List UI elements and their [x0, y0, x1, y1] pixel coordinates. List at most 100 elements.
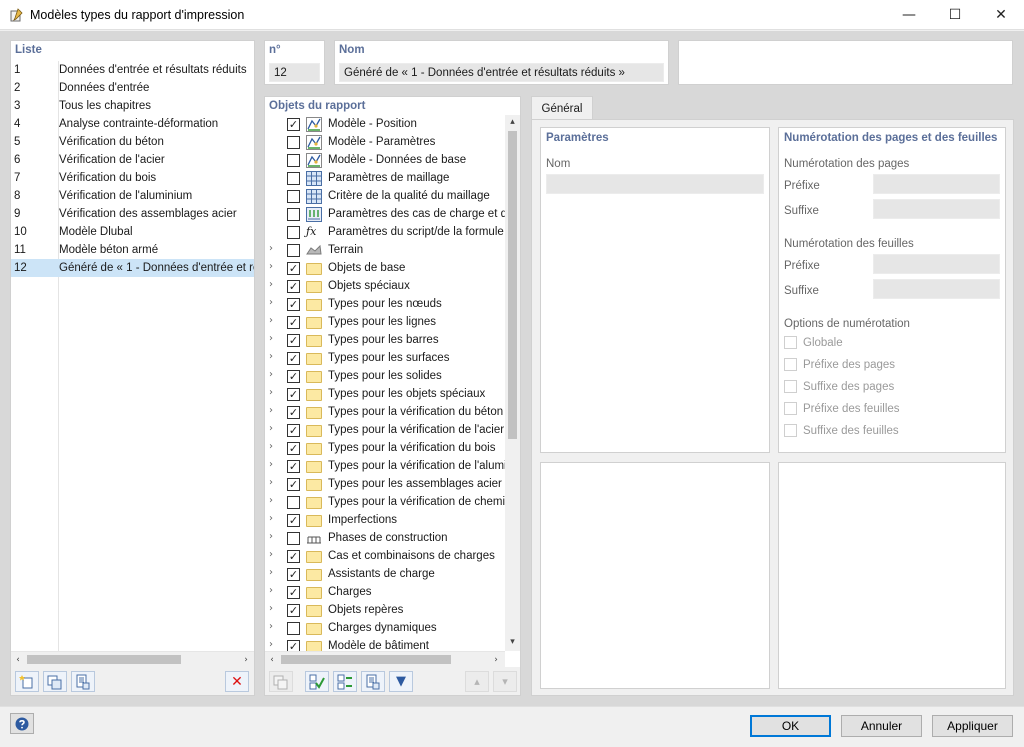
- tree-item[interactable]: › ✓ Types pour les barres: [269, 332, 505, 350]
- tree-item-checkbox[interactable]: ✓: [287, 442, 300, 455]
- tree-item-checkbox[interactable]: ✓: [287, 586, 300, 599]
- tree-vertical-scrollbar[interactable]: ▴ ▾: [505, 115, 520, 651]
- tree-item-checkbox[interactable]: [287, 622, 300, 635]
- tree-item[interactable]: › ✓ Objets repères: [269, 602, 505, 620]
- tree-item-checkbox[interactable]: ✓: [287, 334, 300, 347]
- tree-item[interactable]: › ✓ Types pour les lignes: [269, 314, 505, 332]
- tree-item[interactable]: › Charges dynamiques: [269, 620, 505, 638]
- close-button[interactable]: ✕: [978, 0, 1024, 30]
- list-horizontal-scrollbar[interactable]: ‹ ›: [11, 651, 254, 667]
- expand-chevron-icon[interactable]: ›: [269, 513, 279, 524]
- tree-item-checkbox[interactable]: ✓: [287, 370, 300, 383]
- list-item[interactable]: 9 Vérification des assemblages acier: [11, 205, 254, 223]
- tree-scroll-thumb[interactable]: [508, 131, 517, 439]
- tree-item-checkbox[interactable]: ✓: [287, 550, 300, 563]
- expand-chevron-icon[interactable]: ›: [269, 495, 279, 506]
- filter-button[interactable]: ▼: [389, 671, 413, 692]
- tree-item-checkbox[interactable]: ✓: [287, 604, 300, 617]
- ok-button[interactable]: OK: [750, 715, 831, 737]
- page-prefix-field[interactable]: [873, 174, 1000, 194]
- move-down-button[interactable]: ▾: [493, 671, 517, 692]
- tree-item[interactable]: Paramètres des cas de charge et des comb…: [269, 206, 505, 224]
- tree-item[interactable]: › Terrain: [269, 242, 505, 260]
- tree-item[interactable]: › ✓ Assistants de charge: [269, 566, 505, 584]
- tree-item[interactable]: › Phases de construction: [269, 530, 505, 548]
- tree-item[interactable]: › ✓ Cas et combinaisons de charges: [269, 548, 505, 566]
- tree-item-checkbox[interactable]: ✓: [287, 352, 300, 365]
- tree-item-checkbox[interactable]: ✓: [287, 262, 300, 275]
- sheet-prefix-field[interactable]: [873, 254, 1000, 274]
- expand-chevron-icon[interactable]: ›: [269, 243, 279, 254]
- expand-chevron-icon[interactable]: ›: [269, 603, 279, 614]
- check-all-button[interactable]: [305, 671, 329, 692]
- tree-item-checkbox[interactable]: ✓: [287, 280, 300, 293]
- uncheck-all-button[interactable]: [333, 671, 357, 692]
- tree-item-checkbox[interactable]: [287, 154, 300, 167]
- tree-horizontal-scrollbar[interactable]: ‹ ›: [265, 651, 505, 667]
- tree-item[interactable]: › ✓ Imperfections: [269, 512, 505, 530]
- tree-item[interactable]: › ✓ Charges: [269, 584, 505, 602]
- expand-chevron-icon[interactable]: ›: [269, 639, 279, 650]
- expand-chevron-icon[interactable]: ›: [269, 459, 279, 470]
- tree-item-checkbox[interactable]: ✓: [287, 478, 300, 491]
- expand-chevron-icon[interactable]: ›: [269, 423, 279, 434]
- numbering-option-checkbox[interactable]: [784, 424, 797, 437]
- expand-chevron-icon[interactable]: ›: [269, 351, 279, 362]
- page-suffix-field[interactable]: [873, 199, 1000, 219]
- numbering-option[interactable]: Préfixe des feuilles: [784, 400, 994, 418]
- tree-copy-button[interactable]: [269, 671, 293, 692]
- scroll-left-arrow[interactable]: ‹: [11, 652, 25, 667]
- tree-hscroll-thumb[interactable]: [281, 655, 451, 664]
- expand-chevron-icon[interactable]: ›: [269, 621, 279, 632]
- tree-item-checkbox[interactable]: ✓: [287, 406, 300, 419]
- new-template-button[interactable]: [15, 671, 39, 692]
- tree-item-checkbox[interactable]: ✓: [287, 118, 300, 131]
- tree-item-checkbox[interactable]: ✓: [287, 568, 300, 581]
- tree-item[interactable]: › ✓ Types pour les objets spéciaux: [269, 386, 505, 404]
- tree-item-checkbox[interactable]: [287, 136, 300, 149]
- scroll-right-arrow[interactable]: ›: [239, 652, 253, 667]
- tree-item-checkbox[interactable]: ✓: [287, 514, 300, 527]
- parameters-name-field[interactable]: [546, 174, 764, 194]
- tree-item-checkbox[interactable]: [287, 208, 300, 221]
- expand-chevron-icon[interactable]: ›: [269, 531, 279, 542]
- tree-item-checkbox[interactable]: [287, 172, 300, 185]
- tree-item-checkbox[interactable]: ✓: [287, 424, 300, 437]
- list-item[interactable]: 10 Modèle Dlubal: [11, 223, 254, 241]
- list-item[interactable]: 4 Analyse contrainte-déformation: [11, 115, 254, 133]
- tree-scroll-left-arrow[interactable]: ‹: [265, 652, 279, 667]
- list-item[interactable]: 12 Généré de « 1 - Données d'entrée et ré…: [11, 259, 254, 277]
- tree-item-checkbox[interactable]: [287, 244, 300, 257]
- scroll-down-arrow[interactable]: ▾: [505, 635, 520, 649]
- expand-chevron-icon[interactable]: ›: [269, 585, 279, 596]
- expand-chevron-icon[interactable]: ›: [269, 549, 279, 560]
- tree-item-checkbox[interactable]: [287, 190, 300, 203]
- sheet-suffix-field[interactable]: [873, 279, 1000, 299]
- tree-item[interactable]: Modèle - Paramètres: [269, 134, 505, 152]
- tree-item[interactable]: › ✓ Types pour les assemblages acier: [269, 476, 505, 494]
- help-button[interactable]: [10, 713, 34, 734]
- tab-general[interactable]: Général: [531, 96, 593, 120]
- numbering-option-checkbox[interactable]: [784, 358, 797, 371]
- tree-item-checkbox[interactable]: ✓: [287, 640, 300, 651]
- import-template-button[interactable]: [71, 671, 95, 692]
- delete-template-button[interactable]: ✕: [225, 671, 249, 692]
- numbering-option[interactable]: Globale: [784, 334, 994, 352]
- list-item[interactable]: 8 Vérification de l'aluminium: [11, 187, 254, 205]
- expand-chevron-icon[interactable]: ›: [269, 333, 279, 344]
- expand-chevron-icon[interactable]: ›: [269, 567, 279, 578]
- tree-item[interactable]: Modèle - Données de base: [269, 152, 505, 170]
- tree-scroll-right-arrow[interactable]: ›: [489, 652, 503, 667]
- numbering-option[interactable]: Suffixe des feuilles: [784, 422, 994, 440]
- numbering-option-checkbox[interactable]: [784, 402, 797, 415]
- list-item[interactable]: 2 Données d'entrée: [11, 79, 254, 97]
- tree-item[interactable]: › ✓ Types pour la vérification de l'acier: [269, 422, 505, 440]
- scroll-up-arrow[interactable]: ▴: [505, 115, 520, 129]
- list-item[interactable]: 6 Vérification de l'acier: [11, 151, 254, 169]
- tree-item[interactable]: › ✓ Types pour la vérification du béton: [269, 404, 505, 422]
- list-item[interactable]: 11 Modèle béton armé: [11, 241, 254, 259]
- numbering-option-checkbox[interactable]: [784, 380, 797, 393]
- copy-template-button[interactable]: [43, 671, 67, 692]
- maximize-button[interactable]: ☐: [932, 0, 978, 30]
- list-item[interactable]: 5 Vérification du béton: [11, 133, 254, 151]
